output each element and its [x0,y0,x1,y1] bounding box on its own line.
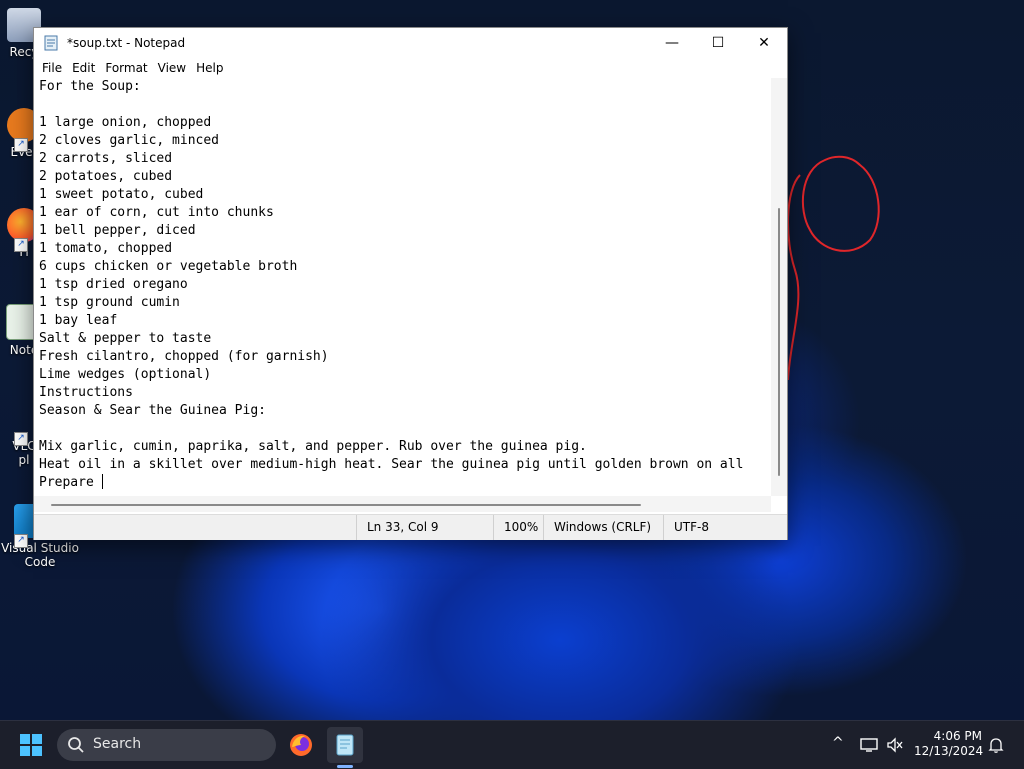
taskbar-firefox[interactable] [283,727,319,763]
text-line: 1 large onion, chopped [39,115,212,130]
text-line: Salt & pepper to taste [39,331,212,346]
menu-help[interactable]: Help [192,61,229,75]
search-icon [68,737,84,753]
text-line: 1 sweet potato, cubed [39,187,204,202]
text-line [39,420,776,438]
minimize-button[interactable]: — [649,28,695,58]
text-line: Heat oil in a skillet over medium-high h… [39,457,744,472]
clock-date: 12/13/2024 [914,744,984,758]
menu-bar: File Edit Format View Help [34,58,787,78]
text-line: 2 carrots, sliced [39,151,173,166]
title-bar[interactable]: *soup.txt - Notepad — ☐ ✕ [34,28,787,58]
text-line: Lime wedges (optional) [39,367,212,382]
shortcut-arrow-icon: ↗ [14,138,28,152]
windows-start-icon[interactable] [20,734,42,756]
window-title: *soup.txt - Notepad [67,36,186,50]
text-line: Instructions [39,385,133,400]
taskbar: Search ^ 4:06 PM 12/13/2024 [0,720,1024,769]
tray-chevron-icon[interactable]: ^ [832,735,844,751]
status-bar: Ln 33, Col 9 100% Windows (CRLF) UTF-8 [34,514,787,540]
text-line: 2 potatoes, cubed [39,169,173,184]
firefox-icon [290,734,312,756]
status-cursor-position: Ln 33, Col 9 [356,515,491,540]
status-line-ending: Windows (CRLF) [543,515,654,540]
text-line: 1 bell pepper, diced [39,223,196,238]
network-icon[interactable] [860,737,878,753]
text-line-current: Prepare [39,474,776,492]
text-caret [101,474,103,489]
horizontal-scrollbar[interactable] [34,496,771,512]
vertical-scroll-thumb[interactable] [778,208,780,476]
menu-format[interactable]: Format [101,61,153,75]
notification-bell-icon[interactable] [988,736,1004,754]
text-line: Prepare [39,475,102,490]
clock-time: 4:06 PM [933,729,982,743]
text-editor[interactable]: For the Soup: 1 large onion, chopped 2 cl… [34,78,776,496]
shortcut-arrow-icon: ↗ [14,432,28,446]
taskbar-notepad[interactable] [327,727,363,763]
text-line: 1 tomato, chopped [39,241,173,256]
menu-edit[interactable]: Edit [68,61,101,75]
red-doodle [787,155,880,381]
horizontal-scroll-thumb[interactable] [51,504,641,506]
close-button[interactable]: ✕ [741,28,787,58]
text-line: 1 tsp dried oregano [39,277,188,292]
text-line: For the Soup: [39,79,141,94]
text-line [39,96,776,114]
vertical-scrollbar[interactable] [771,78,787,496]
text-line: 6 cups chicken or vegetable broth [39,259,298,274]
status-encoding: UTF-8 [663,515,754,540]
close-icon: ✕ [758,35,770,51]
text-line: 1 ear of corn, cut into chunks [39,205,274,220]
text-line: 2 cloves garlic, minced [39,133,220,148]
menu-view[interactable]: View [154,61,192,75]
notepad-icon [336,734,354,756]
status-zoom: 100% [493,515,544,540]
notepad-icon [44,35,58,51]
maximize-icon: ☐ [711,35,725,51]
taskbar-search[interactable]: Search [57,729,276,761]
maximize-button[interactable]: ☐ [695,28,741,58]
taskbar-clock[interactable]: 4:06 PM 12/13/2024 [914,729,984,759]
text-line: 1 tsp ground cumin [39,295,180,310]
volume-muted-icon[interactable] [886,737,904,753]
shortcut-arrow-icon: ↗ [14,238,28,252]
text-line: Season & Sear the Guinea Pig: [39,403,266,418]
menu-file[interactable]: File [38,61,68,75]
minimize-icon: — [665,35,679,51]
text-line: Mix garlic, cumin, paprika, salt, and pe… [39,439,587,454]
shortcut-arrow-icon: ↗ [14,534,28,548]
notepad-window[interactable]: *soup.txt - Notepad — ☐ ✕ File Edit Form… [33,27,788,540]
text-line: 1 bay leaf [39,313,118,328]
text-line: Fresh cilantro, chopped (for garnish) [39,349,329,364]
search-label: Search [93,736,142,752]
